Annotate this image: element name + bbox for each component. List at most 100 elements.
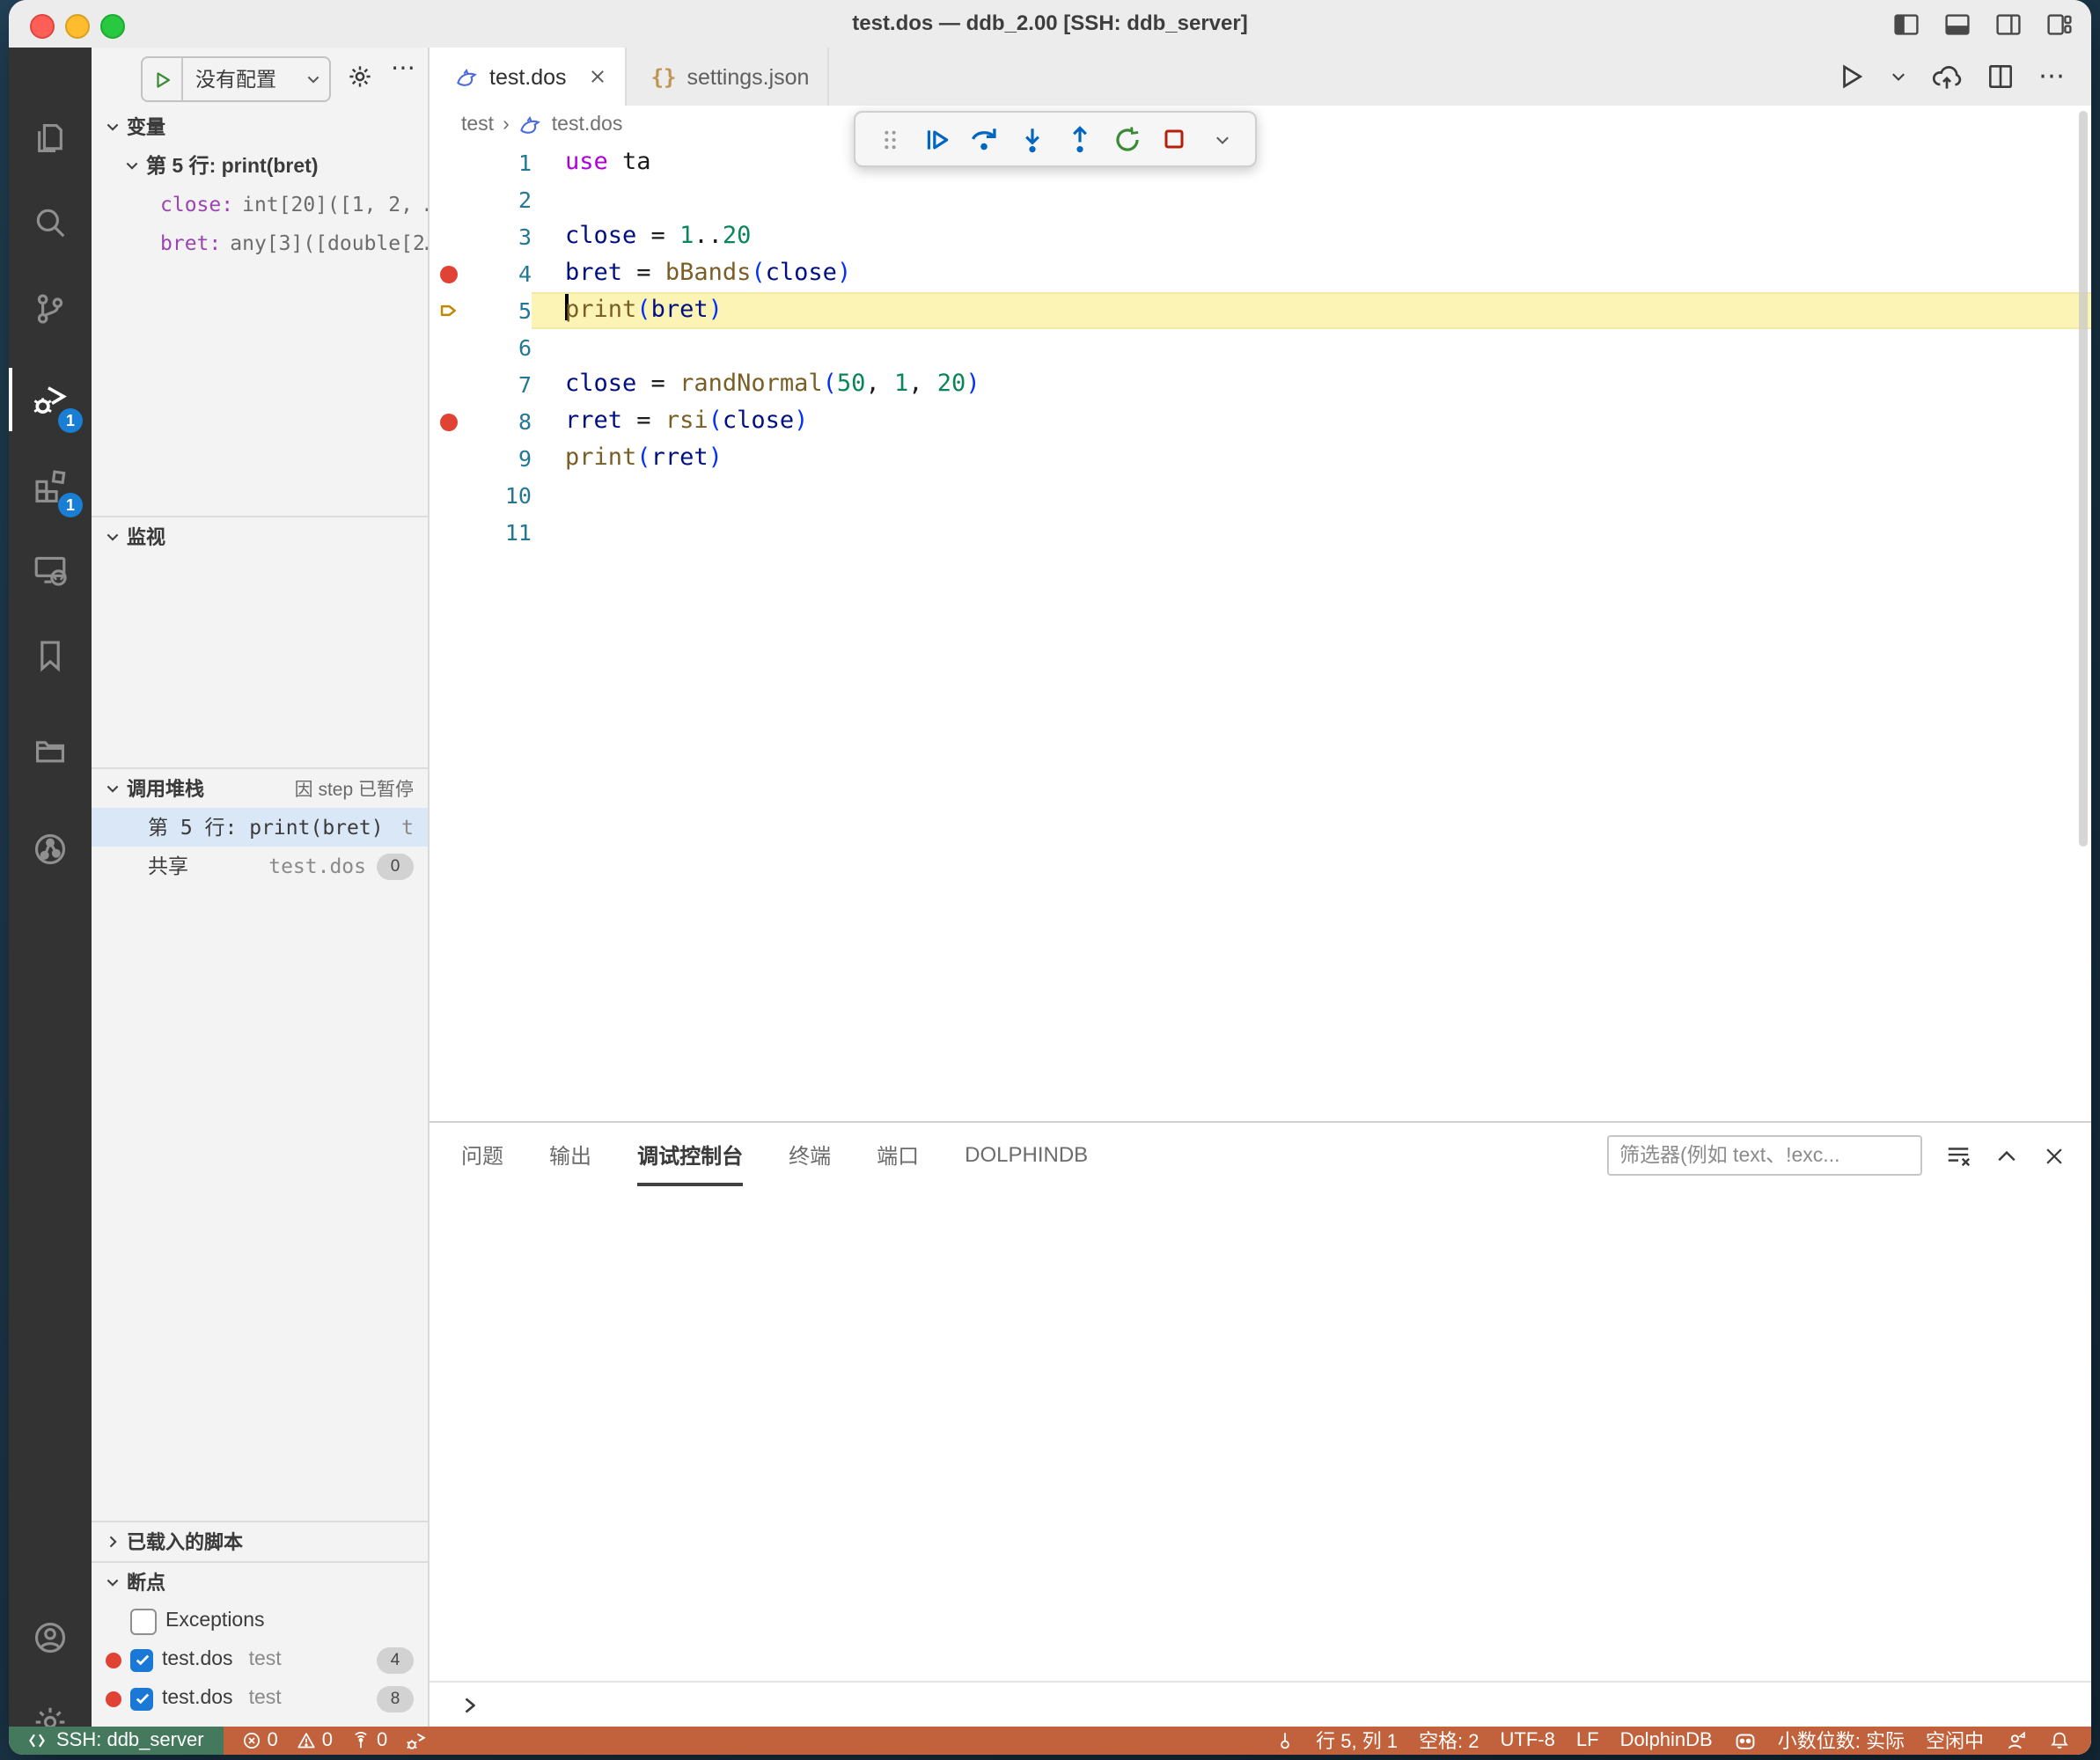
activity-item-explorer[interactable] [9,95,92,180]
variables-scope-row[interactable]: 第 5 行: print(bret) [92,146,428,185]
chevron-down-icon[interactable] [1204,121,1239,157]
call-stack-frame[interactable]: 共享test.dos0 [92,847,428,885]
panel-tab-DOLPHINDB[interactable]: DOLPHINDB [965,1123,1088,1186]
activity-item-run-and-debug[interactable]: 1 [9,357,92,442]
status-smiley-icon[interactable] [1734,1729,1757,1752]
debug-console-input[interactable] [430,1681,2091,1727]
panel-tab-问题[interactable]: 问题 [461,1123,503,1186]
breakpoint-row[interactable]: Exceptions [92,1602,428,1640]
activity-item-bookmarks[interactable] [9,612,92,697]
status-item[interactable]: LF [1576,1730,1599,1751]
status-item[interactable]: UTF-8 [1501,1730,1555,1751]
more-icon[interactable]: ⋯ [2038,60,2067,93]
breakpoints-header[interactable]: 断点 [92,1563,428,1602]
gutter-margin[interactable] [430,366,468,403]
close-panel-icon[interactable] [2042,1143,2067,1168]
breakpoint-checkbox[interactable] [130,1687,153,1710]
breakpoint-row[interactable]: test.dostest8 [92,1679,428,1718]
status-error-icon[interactable]: 0 [241,1730,278,1751]
step-into-icon[interactable] [1014,121,1049,157]
code-line-8[interactable]: 8rret = rsi(close) [430,403,2091,440]
console-filter-input[interactable] [1607,1135,1922,1176]
layout-sidebar-icon[interactable] [1891,9,1920,39]
panel-tab-调试控制台[interactable]: 调试控制台 [637,1123,743,1186]
gutter-margin[interactable] [430,329,468,366]
layout-panel-icon[interactable] [1942,9,1972,39]
editor-scrollbar[interactable] [2079,111,2088,847]
start-debug-icon[interactable] [143,58,183,100]
variable-row[interactable]: bret:any[3]([double[2… [92,224,428,262]
variable-row[interactable]: close:int[20]([1, 2, … [92,185,428,224]
breadcrumb-item[interactable]: test.dos [552,114,623,136]
continue-icon[interactable] [919,121,954,157]
launch-config-dropdown[interactable]: 没有配置 [141,56,331,102]
clear-console-icon[interactable] [1945,1142,1972,1169]
remote-indicator[interactable]: SSH: ddb_server [9,1727,224,1755]
status-item[interactable]: 行 5, 列 1 [1316,1727,1398,1755]
layout-customize-icon[interactable] [2044,9,2074,39]
code-line-3[interactable]: 3close = 1..20 [430,218,2091,255]
status-item[interactable]: 空格: 2 [1419,1727,1479,1755]
code-line-2[interactable]: 2 [430,181,2091,218]
breadcrumb-item[interactable]: test [461,114,494,136]
activity-item-source-control[interactable] [9,266,92,350]
status-warning-icon[interactable]: 0 [296,1730,333,1751]
status-feedback-icon[interactable] [2005,1729,2028,1752]
code-line-6[interactable]: 6 [430,329,2091,366]
gutter-margin[interactable] [430,181,468,218]
panel-tab-端口[interactable]: 端口 [877,1123,919,1186]
breakpoint-dot-icon[interactable] [430,403,468,440]
status-debug-status-icon[interactable] [405,1729,428,1752]
status-broadcast-icon[interactable]: 0 [350,1730,387,1751]
code-line-9[interactable]: 9print(rret) [430,440,2091,477]
breakpoint-checkbox[interactable] [130,1608,157,1634]
status-item[interactable]: 小数位数: 实际 [1778,1727,1905,1755]
activity-item-project-manager[interactable] [9,708,92,792]
code-line-7[interactable]: 7close = randNormal(50, 1, 20) [430,366,2091,403]
watch-header[interactable]: 监视 [92,517,428,556]
activity-item-search[interactable] [9,180,92,264]
gear-icon[interactable] [347,63,373,90]
breakpoint-dot-icon[interactable] [430,255,468,292]
call-stack-header[interactable]: 调用堆栈 因 step 已暂停 [92,769,428,808]
activity-item-account[interactable] [9,1595,92,1679]
code-line-1[interactable]: 1use ta [430,144,2091,181]
gutter-margin[interactable] [430,144,468,181]
chevron-down-icon[interactable] [1889,67,1908,86]
status-bell-icon[interactable] [2049,1730,2070,1751]
code-editor[interactable]: 1use ta23close = 1..204bret = bBands(clo… [430,144,2091,1123]
tab-settings-json[interactable]: {}settings.json [627,48,829,106]
activity-item-dolphindb[interactable] [9,806,92,891]
status-item[interactable]: DolphinDB [1620,1730,1713,1751]
gutter-margin[interactable] [430,218,468,255]
panel-tab-输出[interactable]: 输出 [549,1123,591,1186]
activity-item-remote-explorer[interactable] [9,526,92,611]
gutter-margin[interactable] [430,514,468,551]
maximize-panel-icon[interactable] [1994,1143,2019,1168]
gutter-margin[interactable] [430,477,468,514]
status-cursor-indicator-icon[interactable] [1274,1730,1295,1751]
breakpoint-row[interactable]: test.dostest4 [92,1640,428,1679]
code-line-4[interactable]: 4bret = bBands(close) [430,255,2091,292]
call-stack-frame[interactable]: 第 5 行: print(bret)t [92,808,428,847]
variables-header[interactable]: 变量 [92,107,428,146]
status-item[interactable]: 空闲中 [1926,1727,1984,1755]
layout-sidebar-right-icon[interactable] [1993,9,2023,39]
code-line-5[interactable]: 5print(bret) [430,292,2091,329]
panel-tab-终端[interactable]: 终端 [789,1123,831,1186]
step-over-icon[interactable] [966,121,1002,157]
loaded-scripts-header[interactable]: 已载入的脚本 [92,1522,428,1561]
restart-icon[interactable] [1109,121,1144,157]
breadcrumb[interactable]: test›test.dos [430,106,2091,144]
close-tab-icon[interactable] [588,67,607,86]
debug-current-line-arrow-icon[interactable] [430,292,468,329]
cloud-upload-icon[interactable] [1931,61,1963,92]
tab-test-dos[interactable]: test.dos [430,48,627,107]
split-editor-icon[interactable] [1986,62,2016,92]
run-icon[interactable] [1836,62,1866,92]
code-line-11[interactable]: 11 [430,514,2091,551]
stop-icon[interactable] [1156,121,1192,157]
breakpoint-checkbox[interactable] [130,1648,153,1671]
gutter-margin[interactable] [430,440,468,477]
step-out-icon[interactable] [1061,121,1097,157]
